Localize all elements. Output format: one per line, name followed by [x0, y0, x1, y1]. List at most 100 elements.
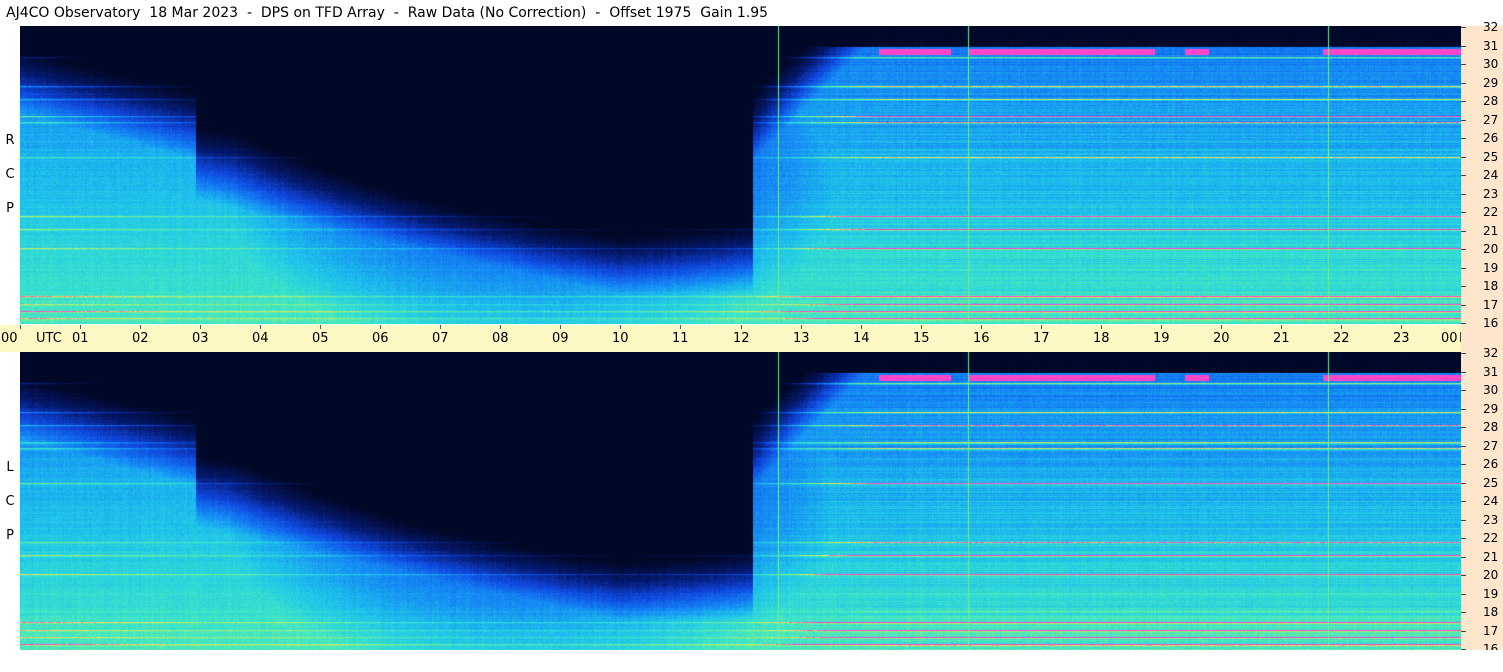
frequency-tick: [1461, 427, 1466, 428]
frequency-tick: [1461, 231, 1466, 232]
frequency-label: 22: [1483, 205, 1499, 219]
time-label: 00: [1, 331, 18, 346]
time-tick: [1101, 325, 1102, 329]
frequency-tick: [1461, 557, 1466, 558]
frequency-label: 29: [1483, 76, 1499, 90]
frequency-label: 25: [1483, 150, 1499, 164]
time-label: 20: [1213, 331, 1230, 346]
frequency-tick: [1461, 409, 1466, 410]
frequency-tick: [1461, 612, 1466, 613]
frequency-label: 16: [1483, 316, 1499, 330]
time-tick: [981, 325, 982, 329]
frequency-tick: [1461, 594, 1466, 595]
frequency-label: 32: [1483, 346, 1499, 360]
frequency-tick: [1461, 120, 1466, 121]
time-tick: [741, 325, 742, 329]
time-label: 03: [192, 331, 209, 346]
frequency-label: 21: [1483, 224, 1499, 238]
time-tick: [140, 325, 141, 329]
frequency-label: 20: [1483, 242, 1499, 256]
frequency-tick: [1461, 286, 1466, 287]
time-tick: [620, 325, 621, 329]
frequency-tick: [1461, 464, 1466, 465]
frequency-tick: [1461, 194, 1466, 195]
frequency-label: 24: [1483, 494, 1499, 508]
frequency-label: 25: [1483, 476, 1499, 490]
chart-title: AJ4CO Observatory 18 Mar 2023 - DPS on T…: [6, 5, 769, 21]
time-label: 08: [492, 331, 509, 346]
time-tick: [380, 325, 381, 329]
frequency-tick: [1461, 323, 1466, 324]
frequency-tick: [1461, 483, 1466, 484]
time-label: 02: [132, 331, 149, 346]
frequency-tick: [1461, 268, 1466, 269]
time-label: 10: [612, 331, 629, 346]
frequency-label: 18: [1483, 279, 1499, 293]
time-tick: [260, 325, 261, 329]
frequency-label: 27: [1483, 113, 1499, 127]
frequency-tick: [1461, 83, 1466, 84]
time-label: 23: [1393, 331, 1410, 346]
frequency-tick: [1461, 138, 1466, 139]
frequency-label: 24: [1483, 168, 1499, 182]
time-tick: [680, 325, 681, 329]
lcp-label-l: L: [6, 460, 14, 475]
time-label: 07: [432, 331, 449, 346]
frequency-label: 28: [1483, 420, 1499, 434]
frequency-label: 21: [1483, 550, 1499, 564]
frequency-label: 19: [1483, 261, 1499, 275]
frequency-tick: [1461, 501, 1466, 502]
time-label: 00: [1441, 331, 1458, 346]
frequency-label: 31: [1483, 39, 1499, 53]
time-label: 19: [1153, 331, 1170, 346]
time-label: 21: [1273, 331, 1290, 346]
time-label: 09: [552, 331, 569, 346]
lcp-label-c: C: [5, 494, 15, 509]
frequency-tick: [1461, 101, 1466, 102]
frequency-label: 26: [1483, 131, 1499, 145]
rcp-label-r: R: [5, 133, 15, 148]
frequency-label: 27: [1483, 439, 1499, 453]
frequency-label: 20: [1483, 568, 1499, 582]
frequency-label: 28: [1483, 94, 1499, 108]
frequency-label: 30: [1483, 383, 1499, 397]
frequency-label: 19: [1483, 587, 1499, 601]
frequency-tick: [1461, 175, 1466, 176]
lcp-label-p: P: [6, 528, 14, 543]
time-tick: [921, 325, 922, 329]
frequency-label: 23: [1483, 513, 1499, 527]
frequency-tick: [1461, 538, 1466, 539]
time-label: 12: [733, 331, 750, 346]
frequency-tick: [1461, 390, 1466, 391]
time-axis: 00 01 02 03 04 05 06 07 08 09 10 11 12 13 14 15 16 17 18 19…: [1, 325, 1487, 352]
frequency-tick: [1461, 157, 1466, 158]
frequency-tick: [1461, 631, 1466, 632]
time-tick: [560, 325, 561, 329]
time-label: 18: [1093, 331, 1110, 346]
rcp-spectrogram-canvas: [20, 26, 1461, 324]
frequency-tick: [1461, 575, 1466, 576]
frequency-label: 29: [1483, 402, 1499, 416]
frequency-label: 18: [1483, 605, 1499, 619]
time-tick: [1341, 325, 1342, 329]
time-tick: [801, 325, 802, 329]
time-tick: [1401, 325, 1402, 329]
frequency-label: 26: [1483, 457, 1499, 471]
time-tick: [440, 325, 441, 329]
frequency-label: 22: [1483, 531, 1499, 545]
time-label: 17: [1033, 331, 1050, 346]
time-tick: [1041, 325, 1042, 329]
rcp-spectrogram: [20, 26, 1461, 324]
time-tick: [861, 325, 862, 329]
time-tick: [1281, 325, 1282, 329]
frequency-tick: [1461, 212, 1466, 213]
frequency-label: 30: [1483, 57, 1499, 71]
time-label: 06: [372, 331, 389, 346]
frequency-label: 17: [1483, 298, 1499, 312]
frequency-label: 17: [1483, 624, 1499, 638]
frequency-tick: [1461, 520, 1466, 521]
time-tick: [200, 325, 201, 329]
time-label: 16: [973, 331, 990, 346]
time-label: 15: [913, 331, 930, 346]
time-label: 14: [853, 331, 870, 346]
